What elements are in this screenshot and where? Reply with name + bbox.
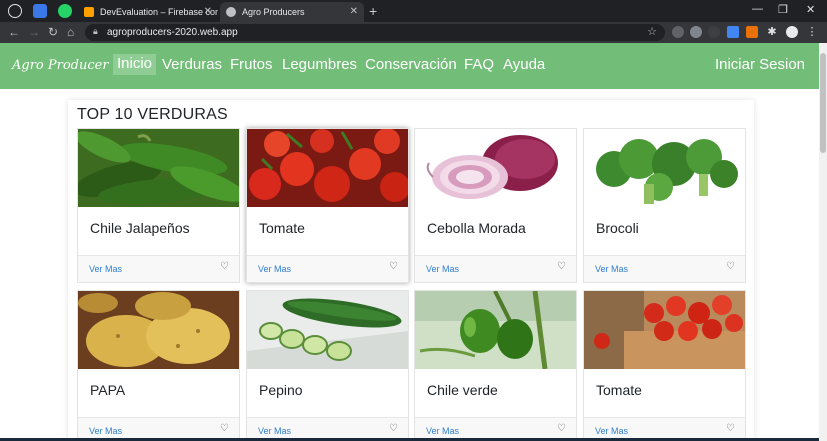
product-card[interactable]: Tomate Ver Mas ♡ — [246, 128, 409, 283]
product-name: Tomate — [596, 382, 642, 398]
green-chili-photo[interactable] — [415, 291, 576, 369]
card-footer: Ver Mas ♡ — [415, 255, 576, 282]
top-vegetables-panel: TOP 10 VERDURAS Chile Jalapeños Ver Mas … — [68, 100, 754, 441]
nav-faq[interactable]: FAQ — [464, 56, 494, 73]
product-card[interactable]: PAPA Ver Mas ♡ — [77, 290, 240, 441]
brand-logo[interactable]: Agro Producer — [12, 58, 109, 73]
page-scrollbar[interactable] — [819, 43, 827, 441]
globe-icon — [226, 7, 236, 17]
close-tab-icon[interactable]: ✕ — [204, 6, 212, 17]
nav-legumbres[interactable]: Legumbres — [282, 56, 357, 73]
forward-icon[interactable]: → — [28, 25, 40, 39]
product-card[interactable]: Cebolla Morada Ver Mas ♡ — [414, 128, 577, 283]
tomato-photo[interactable] — [247, 129, 408, 207]
card-footer: Ver Mas ♡ — [78, 255, 239, 282]
reload-icon[interactable]: ↻ — [48, 25, 58, 39]
ver-mas-link[interactable]: Ver Mas — [258, 264, 291, 274]
browser-tab-bar: DevEvaluation – Firebase console ✕ Agro … — [0, 0, 827, 22]
tab-title: Agro Producers — [242, 7, 305, 17]
jalapeno-photo[interactable] — [78, 129, 239, 207]
nav-inicio[interactable]: Inicio — [113, 54, 157, 75]
extension-icon[interactable] — [727, 26, 739, 38]
nav-frutos[interactable]: Frutos — [230, 56, 273, 73]
nav-verduras[interactable]: Verduras — [162, 56, 222, 73]
nav-ayuda[interactable]: Ayuda — [503, 56, 545, 73]
product-card[interactable]: Chile verde Ver Mas ♡ — [414, 290, 577, 441]
site-navbar: Agro Producer Inicio Verduras Frutos Leg… — [0, 43, 827, 89]
ver-mas-link[interactable]: Ver Mas — [89, 264, 122, 274]
section-title: TOP 10 VERDURAS — [77, 106, 228, 123]
product-name: Brocoli — [596, 220, 639, 236]
product-name: Cebolla Morada — [427, 220, 526, 236]
address-bar[interactable]: 🔒︎ agroproducers-2020.web.app ☆ — [85, 24, 665, 41]
product-card[interactable]: Pepino Ver Mas ♡ — [246, 290, 409, 441]
avatar[interactable] — [786, 26, 798, 38]
product-name: Tomate — [259, 220, 305, 236]
lock-icon: 🔒︎ — [93, 26, 98, 36]
login-link[interactable]: Iniciar Sesion — [715, 56, 805, 73]
card-footer: Ver Mas ♡ — [584, 255, 745, 282]
github-icon[interactable] — [8, 4, 22, 18]
product-name: Chile verde — [427, 382, 498, 398]
product-name: Chile Jalapeños — [90, 220, 190, 236]
close-tab-icon[interactable]: ✕ — [350, 6, 358, 17]
heart-icon[interactable]: ♡ — [557, 261, 566, 272]
whatsapp-icon[interactable] — [58, 4, 72, 18]
heart-icon[interactable]: ♡ — [220, 423, 229, 434]
scrollbar-thumb[interactable] — [820, 53, 826, 153]
ver-mas-link[interactable]: Ver Mas — [426, 426, 459, 436]
back-icon[interactable]: ← — [8, 25, 20, 39]
firebase-icon — [84, 7, 94, 17]
ver-mas-link[interactable]: Ver Mas — [595, 426, 628, 436]
url-text[interactable]: agroproducers-2020.web.app — [107, 27, 238, 38]
product-name: Pepino — [259, 382, 303, 398]
extension-icon[interactable] — [746, 26, 758, 38]
restore-icon[interactable]: ❐ — [778, 3, 788, 16]
heart-icon[interactable]: ♡ — [726, 261, 735, 272]
puzzle-icon[interactable]: ✱ — [766, 26, 778, 38]
home-icon[interactable]: ⌂ — [67, 25, 74, 39]
new-tab-icon[interactable]: + — [369, 3, 377, 19]
tab-agro-producers[interactable]: Agro Producers ✕ — [220, 2, 364, 22]
card-footer: Ver Mas ♡ — [247, 255, 408, 282]
broccoli-photo[interactable] — [584, 129, 745, 207]
nav-conservacion[interactable]: Conservación — [365, 56, 457, 73]
cucumber-photo[interactable] — [247, 291, 408, 369]
product-card[interactable]: Tomate Ver Mas ♡ — [583, 290, 746, 441]
tomato-crate-photo[interactable] — [584, 291, 745, 369]
extension-icon[interactable] — [672, 26, 684, 38]
product-card[interactable]: Brocoli Ver Mas ♡ — [583, 128, 746, 283]
ver-mas-link[interactable]: Ver Mas — [89, 426, 122, 436]
potato-photo[interactable] — [78, 291, 239, 369]
heart-icon[interactable]: ♡ — [389, 261, 398, 272]
bookmark-star-icon[interactable]: ☆ — [647, 25, 657, 38]
red-onion-photo[interactable] — [415, 129, 576, 207]
heart-icon[interactable]: ♡ — [389, 423, 398, 434]
menu-icon[interactable]: ⋮ — [806, 26, 818, 38]
browser-toolbar: ← → ↻ ⌂ 🔒︎ agroproducers-2020.web.app ☆ … — [0, 22, 827, 43]
product-name: PAPA — [90, 382, 126, 398]
tab-app-icon[interactable] — [33, 4, 47, 18]
extension-icon[interactable] — [690, 26, 702, 38]
heart-icon[interactable]: ♡ — [220, 261, 229, 272]
minimize-icon[interactable]: — — [752, 3, 763, 15]
ver-mas-link[interactable]: Ver Mas — [595, 264, 628, 274]
heart-icon[interactable]: ♡ — [557, 423, 566, 434]
tab-devevaluation[interactable]: DevEvaluation – Firebase console ✕ — [78, 2, 218, 22]
ver-mas-link[interactable]: Ver Mas — [426, 264, 459, 274]
heart-icon[interactable]: ♡ — [726, 423, 735, 434]
close-window-icon[interactable]: ✕ — [806, 3, 815, 16]
tab-title: DevEvaluation – Firebase console — [100, 7, 218, 17]
extension-icon[interactable] — [708, 26, 720, 38]
product-card[interactable]: Chile Jalapeños Ver Mas ♡ — [77, 128, 240, 283]
ver-mas-link[interactable]: Ver Mas — [258, 426, 291, 436]
